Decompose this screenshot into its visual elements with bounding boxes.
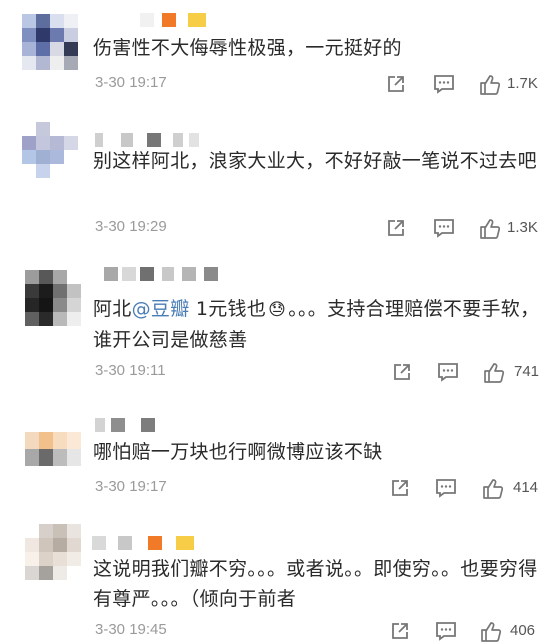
thumbs-up-icon[interactable] bbox=[483, 362, 505, 384]
comment-text: 哪怕赔一万块也行啊微博应该不缺 bbox=[93, 441, 383, 463]
comment-icon[interactable] bbox=[433, 218, 455, 238]
comment-icon[interactable] bbox=[435, 621, 457, 641]
comment-meta: 3-30 19:17 414 bbox=[95, 478, 545, 500]
avatar[interactable] bbox=[22, 122, 78, 178]
comment-time: 3-30 19:17 bbox=[95, 74, 167, 91]
like-count: 414 bbox=[513, 479, 539, 496]
comment-item: 别这样阿北，浪家大业大，不好好敲一笔说不过去吧 3-30 19:29 1.3K bbox=[0, 112, 559, 252]
comment-text-part: 阿北 bbox=[93, 298, 132, 320]
comment-time: 3-30 19:29 bbox=[95, 218, 167, 235]
share-icon[interactable] bbox=[392, 362, 412, 382]
avatar[interactable] bbox=[25, 524, 81, 580]
comment-text: 这说明我们瓣不穷。。。或者说。。即使穷。。也要穷得有尊严。。。（倾向于前者 bbox=[93, 558, 538, 610]
comment-meta: 3-30 19:45 406 bbox=[95, 621, 545, 643]
comment-meta: 3-30 19:29 1.3K bbox=[95, 218, 545, 240]
comment-text: 别这样阿北，浪家大业大，不好好敲一笔说不过去吧 bbox=[93, 150, 537, 172]
like-count: 1.3K bbox=[507, 219, 538, 236]
comment-text: 阿北@豆瓣 1元钱也 😓 。。。支持合理赔偿不要手软，谁开公司是做慈善 bbox=[93, 294, 543, 355]
username-blurred[interactable] bbox=[104, 267, 234, 281]
comment-icon[interactable] bbox=[437, 362, 459, 382]
avatar[interactable] bbox=[25, 432, 81, 466]
comment-item: 阿北@豆瓣 1元钱也 😓 。。。支持合理赔偿不要手软，谁开公司是做慈善 3-30 1… bbox=[0, 252, 559, 394]
share-icon[interactable] bbox=[390, 478, 410, 498]
username-blurred[interactable] bbox=[140, 13, 220, 27]
comment-time: 3-30 19:11 bbox=[95, 362, 166, 379]
avatar[interactable] bbox=[25, 270, 81, 326]
comment-icon[interactable] bbox=[433, 74, 455, 94]
share-icon[interactable] bbox=[386, 74, 406, 94]
comment-text: 伤害性不大侮辱性极强，一元挺好的 bbox=[93, 37, 402, 59]
comment-icon[interactable] bbox=[435, 478, 457, 498]
username-blurred[interactable] bbox=[92, 536, 212, 550]
comment-text-part: 1元钱也 bbox=[189, 298, 267, 320]
like-count: 741 bbox=[514, 363, 540, 380]
username-blurred[interactable] bbox=[95, 133, 205, 147]
like-count: 406 bbox=[510, 622, 536, 639]
comment-time: 3-30 19:45 bbox=[95, 621, 167, 638]
thumbs-up-icon[interactable] bbox=[482, 478, 504, 500]
thumbs-up-icon[interactable] bbox=[480, 621, 502, 643]
share-icon[interactable] bbox=[390, 621, 410, 641]
share-icon[interactable] bbox=[386, 218, 406, 238]
like-count: 1.7K bbox=[507, 75, 538, 92]
comment-item: 这说明我们瓣不穷。。。或者说。。即使穷。。也要穷得有尊严。。。（倾向于前者 3-… bbox=[0, 508, 559, 643]
sweat-emoji-icon: 😓 bbox=[268, 300, 287, 320]
comment-meta: 3-30 19:11 741 bbox=[95, 362, 545, 384]
thumbs-up-icon[interactable] bbox=[479, 218, 501, 240]
mention-link[interactable]: @豆瓣 bbox=[132, 298, 190, 320]
comment-item: 哪怕赔一万块也行啊微博应该不缺 3-30 19:17 414 bbox=[0, 394, 559, 508]
comment-meta: 3-30 19:17 1.7K bbox=[95, 74, 545, 96]
thumbs-up-icon[interactable] bbox=[479, 74, 501, 96]
avatar[interactable] bbox=[22, 14, 78, 70]
comment-item: 伤害性不大侮辱性极强，一元挺好的 3-30 19:17 1.7K bbox=[0, 0, 559, 112]
username-blurred[interactable] bbox=[95, 418, 175, 432]
comment-time: 3-30 19:17 bbox=[95, 478, 167, 495]
